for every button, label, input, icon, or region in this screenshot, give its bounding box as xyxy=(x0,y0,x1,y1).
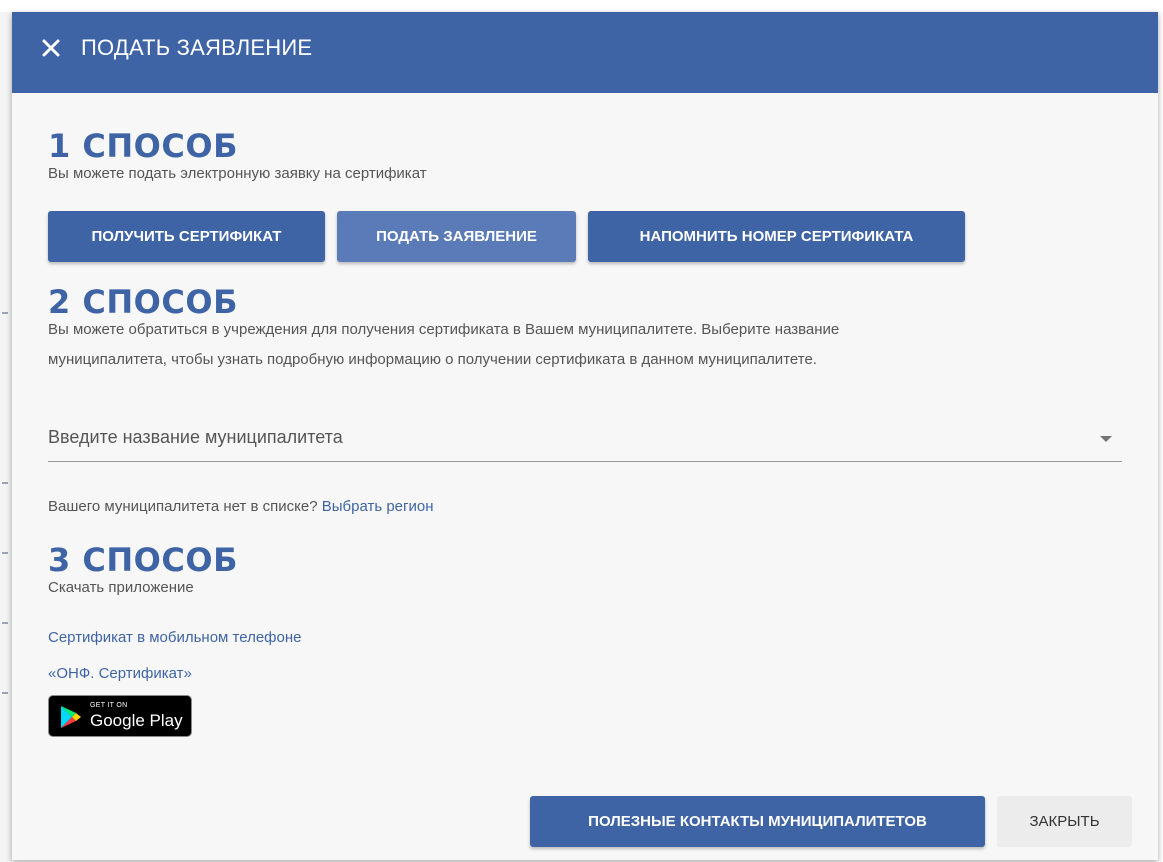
municipality-missing-text: Вашего муниципалитета нет в списке? xyxy=(48,498,318,515)
apply-dialog: ПОДАТЬ ЗАЯВЛЕНИЕ 1 СПОСОБ Вы можете пода… xyxy=(12,12,1158,860)
background-mark xyxy=(2,622,8,624)
submit-application-button[interactable]: ПОДАТЬ ЗАЯВЛЕНИЕ xyxy=(337,211,576,262)
google-play-badge[interactable]: GET IT ON Google Play xyxy=(48,695,192,737)
method-3-heading: 3 СПОСОБ xyxy=(48,541,238,579)
onf-certificate-app-link[interactable]: «ОНФ. Сертификат» xyxy=(48,665,192,682)
get-certificate-button[interactable]: ПОЛУЧИТЬ СЕРТИФИКАТ xyxy=(48,211,325,262)
dialog-header: ПОДАТЬ ЗАЯВЛЕНИЕ xyxy=(12,12,1158,93)
page-background-top xyxy=(0,0,1163,12)
dialog-title: ПОДАТЬ ЗАЯВЛЕНИЕ xyxy=(81,35,313,60)
municipality-missing-note: Вашего муниципалитета нет в списке? Выбр… xyxy=(48,498,433,515)
mobile-certificate-link[interactable]: Сертификат в мобильном телефоне xyxy=(48,629,301,646)
chevron-down-icon[interactable] xyxy=(1100,436,1112,442)
close-icon[interactable] xyxy=(40,37,62,59)
google-play-icon xyxy=(59,705,83,734)
method-3-description: Скачать приложение xyxy=(48,579,194,596)
municipality-contacts-button[interactable]: ПОЛЕЗНЫЕ КОНТАКТЫ МУНИЦИПАЛИТЕТОВ xyxy=(530,796,985,847)
municipality-select[interactable]: Введите название муниципалитета xyxy=(48,421,1122,462)
method-1-description: Вы можете подать электронную заявку на с… xyxy=(48,165,427,182)
method-2-description-line-2: муниципалитета, чтобы узнать подробную и… xyxy=(48,351,817,368)
municipality-select-placeholder: Введите название муниципалитета xyxy=(48,427,343,447)
background-mark xyxy=(2,692,8,694)
remind-certificate-number-button[interactable]: НАПОМНИТЬ НОМЕР СЕРТИФИКАТА xyxy=(588,211,965,262)
background-mark xyxy=(2,482,8,484)
page-background-edge xyxy=(0,12,12,862)
background-mark xyxy=(2,312,8,314)
method-2-description-line-1: Вы можете обратиться в учреждения для по… xyxy=(48,321,840,338)
close-button[interactable]: ЗАКРЫТЬ xyxy=(997,796,1132,847)
method-2-heading: 2 СПОСОБ xyxy=(48,283,238,321)
choose-region-link[interactable]: Выбрать регион xyxy=(322,498,434,515)
google-play-badge-store-text: Google Play xyxy=(90,711,183,730)
google-play-badge-small-text: GET IT ON xyxy=(90,702,128,709)
method-1-heading: 1 СПОСОБ xyxy=(48,127,238,165)
background-mark xyxy=(2,552,8,554)
